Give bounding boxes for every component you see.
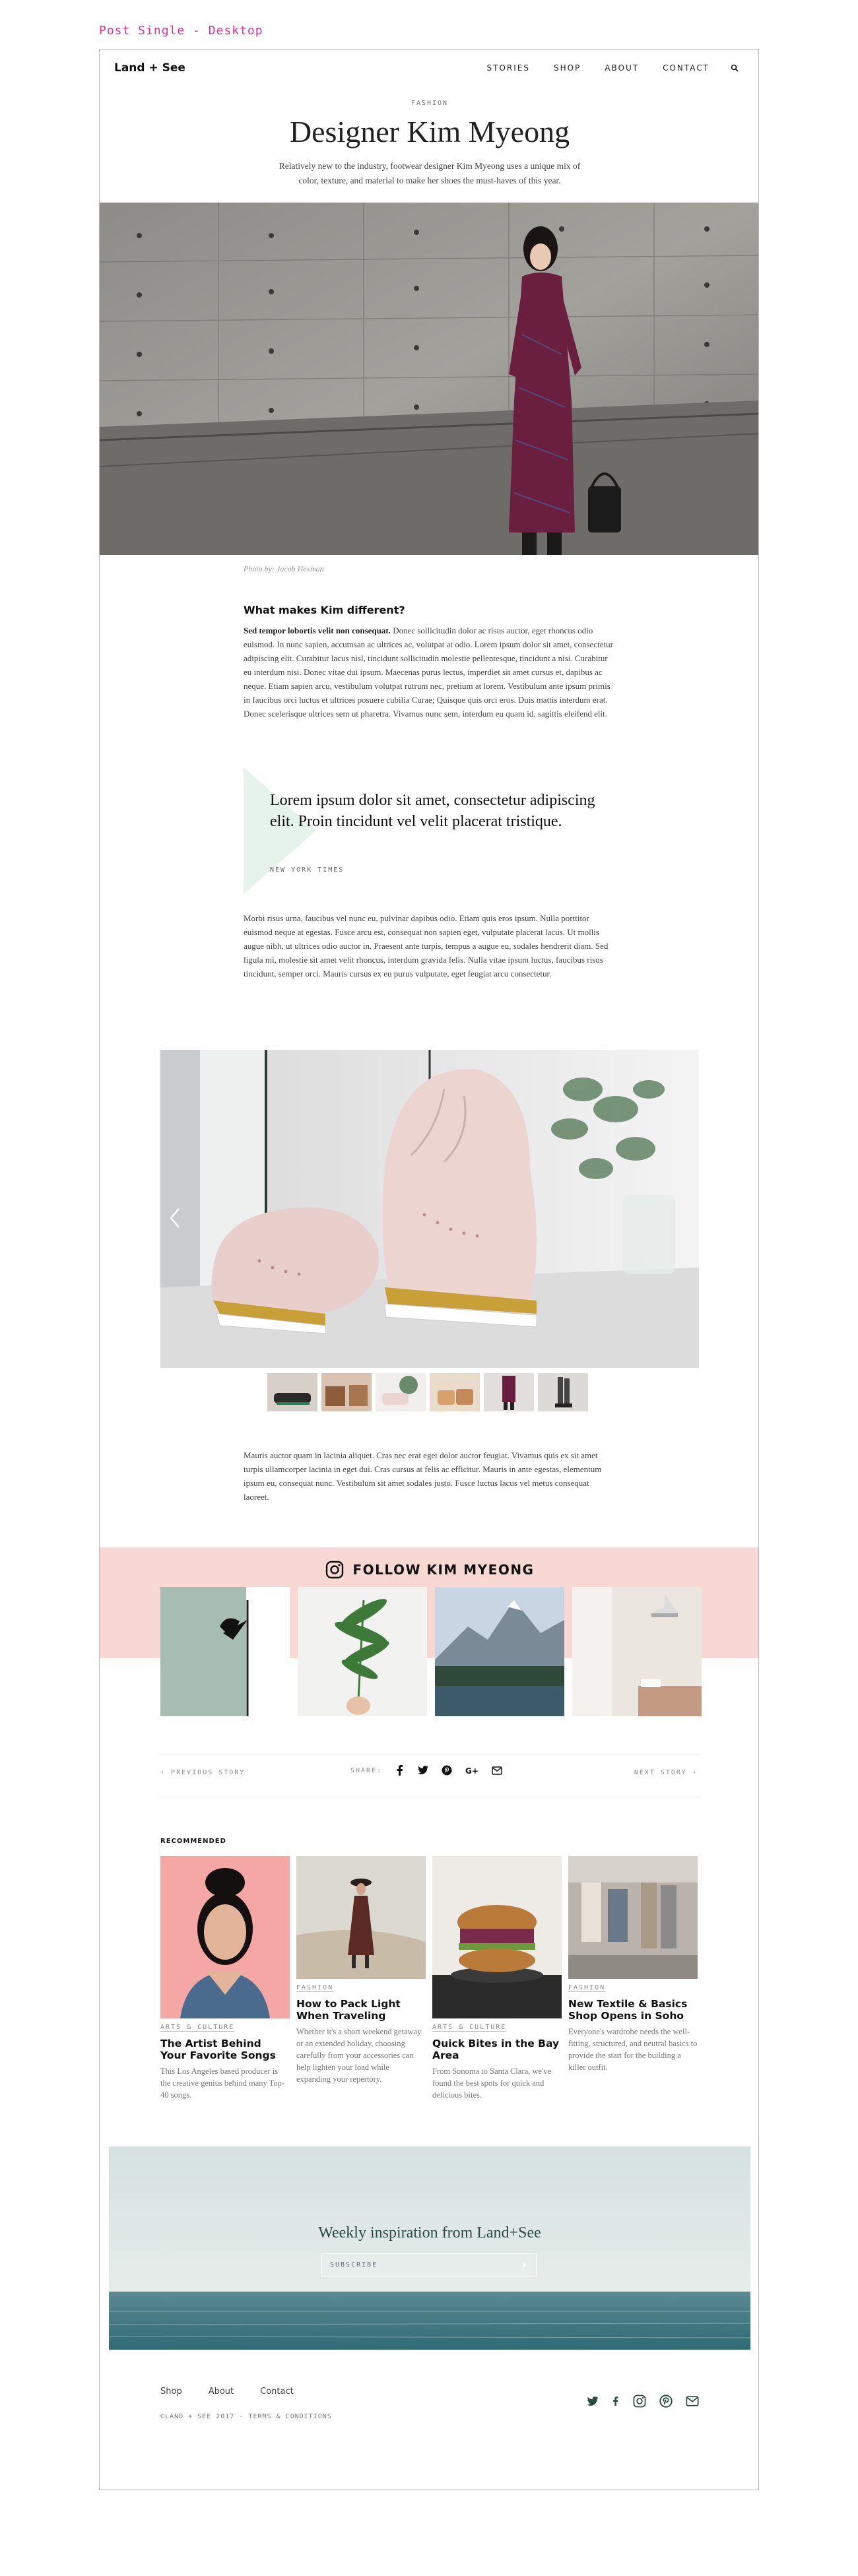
card-category[interactable]: ARTS & CULTURE [432,2024,507,2032]
svg-text:G+: G+ [465,1766,478,1775]
copyright[interactable]: ©LAND + SEE 2017 - TERMS & CONDITIONS [160,2413,332,2420]
footer-link-about[interactable]: About [209,2387,234,2397]
card-image[interactable] [568,1856,698,1979]
recommended-grid: ARTS & CULTURE The Artist Behind Your Fa… [160,1856,698,2101]
hero-caption: Photo by: Jacob Hexman [244,564,324,573]
section-heading: What makes Kim different? [244,604,405,616]
article-title: Designer Kim Myeong [289,115,570,148]
previous-story-link[interactable]: ‹ PREVIOUS STORY [160,1769,245,1776]
newsletter-title: Weekly inspiration from Land+See [318,2224,541,2241]
gallery-thumbnails [267,1373,588,1411]
card-title[interactable]: New Textile & Basics Shop Opens in Soho [568,1998,698,2022]
next-story-link[interactable]: NEXT STORY › [634,1769,698,1776]
hero-image [100,203,758,555]
instagram-icon[interactable] [325,1561,344,1579]
facebook-icon[interactable] [612,2395,620,2408]
instagram-icon[interactable] [633,2395,646,2408]
pull-quote: Lorem ipsum dolor sit amet, consectetur … [244,767,616,894]
site-logo[interactable]: Land + See [114,61,185,75]
share-links: SHARE: G+ [350,1765,502,1776]
share-label: SHARE: [350,1766,383,1774]
google-plus-icon[interactable]: G+ [465,1766,478,1775]
nav-stories[interactable]: STORIES [479,59,538,77]
card-excerpt: Everyone's wardrobe needs the well-fitti… [568,2027,698,2072]
next-story-label: NEXT STORY [634,1769,687,1776]
nav-shop[interactable]: SHOP [546,59,589,77]
follow-title[interactable]: FOLLOW KIM MYEONG [353,1562,535,1578]
page-frame: Land + See STORIES SHOP ABOUT CONTACT FA… [99,49,759,2490]
recommended-card[interactable]: FASHION How to Pack Light When Traveling… [296,1856,426,2101]
newsletter-section: Weekly inspiration from Land+See SUBSCRI… [109,2146,750,2350]
main-nav: STORIES SHOP ABOUT CONTACT [479,59,744,77]
instagram-post[interactable] [298,1587,427,1716]
card-category[interactable]: FASHION [296,1984,334,1992]
pinterest-icon[interactable] [442,1765,452,1776]
card-excerpt: This Los Angeles based producer is the c… [160,2067,285,2100]
body-paragraph-2: Morbi risus urna, faucibus vel nunc eu, … [244,913,609,979]
follow-header: FOLLOW KIM MYEONG [100,1561,758,1579]
card-category[interactable]: ARTS & CULTURE [160,2024,235,2032]
lead-text: Sed tempor lobortis velit non consequat. [244,626,391,635]
body-paragraph-3: Mauris auctor quam in lacinia aliquet. C… [244,1450,602,1502]
facebook-icon[interactable] [395,1765,405,1776]
nav-about[interactable]: ABOUT [597,59,647,77]
instagram-post[interactable] [435,1587,564,1716]
arrow-right-icon[interactable] [519,2259,531,2271]
instagram-feed [160,1587,702,1716]
pinterest-icon[interactable] [659,2395,673,2408]
footer-social-links [587,2395,699,2408]
gallery-thumbnail[interactable] [267,1373,317,1411]
gallery-thumbnail[interactable] [430,1373,480,1411]
instagram-post[interactable] [572,1587,702,1716]
article-subtitle: Relatively new to the industry, footwear… [279,161,581,185]
card-title[interactable]: How to Pack Light When Traveling [296,1998,426,2022]
footer-link-shop[interactable]: Shop [160,2387,182,2397]
card-image[interactable] [160,1856,290,2018]
previous-story-label: PREVIOUS STORY [171,1769,246,1776]
nav-contact[interactable]: CONTACT [655,59,717,77]
email-icon[interactable] [492,1766,502,1775]
gallery-thumbnail[interactable] [376,1373,426,1411]
recommended-card[interactable]: ARTS & CULTURE Quick Bites in the Bay Ar… [432,1856,562,2101]
card-excerpt: From Sonoma to Santa Clara, we've found … [432,2067,551,2100]
footer-links: Shop About Contact [160,2387,294,2397]
twitter-icon[interactable] [587,2396,599,2406]
card-image[interactable] [432,1856,562,2018]
card-image[interactable] [296,1856,426,1979]
image-gallery [160,1050,699,1368]
card-excerpt: Whether it's a short weekend getaway or … [296,2027,422,2084]
newsletter-background [109,2146,750,2350]
card-title[interactable]: The Artist Behind Your Favorite Songs [160,2038,290,2061]
quote-source: NEW YORK TIMES [270,866,345,874]
newsletter-email-input[interactable]: SUBSCRIBE [321,2253,537,2277]
twitter-icon[interactable] [418,1766,429,1775]
recommended-card[interactable]: ARTS & CULTURE The Artist Behind Your Fa… [160,1856,290,2101]
recommended-label: RECOMMENDED [160,1838,226,1845]
body-paragraph-1: Sed tempor lobortis velit non consequat.… [244,624,616,721]
instagram-post[interactable] [160,1587,290,1716]
footer-link-contact[interactable]: Contact [260,2387,294,2397]
search-icon[interactable] [725,59,744,77]
gallery-thumbnail[interactable] [538,1373,588,1411]
paragraph-text: Donec sollicitudin dolor ac risus auctor… [244,626,613,719]
gallery-thumbnail[interactable] [484,1373,534,1411]
email-icon[interactable] [686,2396,699,2406]
newsletter-placeholder: SUBSCRIBE [330,2261,378,2269]
page-label: Post Single - Desktop [99,24,263,38]
article-category[interactable]: FASHION [100,100,758,107]
card-category[interactable]: FASHION [568,1984,606,1992]
gallery-thumbnail[interactable] [321,1373,372,1411]
card-title[interactable]: Quick Bites in the Bay Area [432,2038,562,2061]
quote-text: Lorem ipsum dolor sit amet, consectetur … [270,792,595,830]
recommended-card[interactable]: FASHION New Textile & Basics Shop Opens … [568,1856,698,2101]
